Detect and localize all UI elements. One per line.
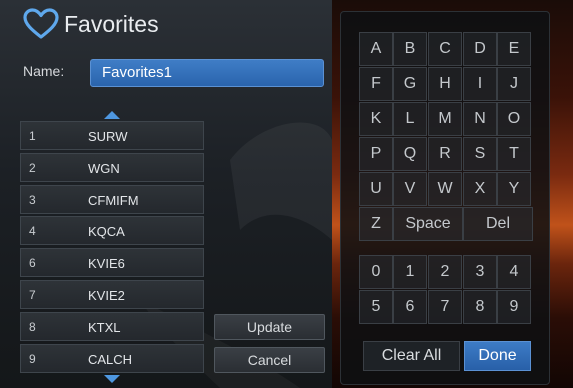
key-2[interactable]: 2 [428, 255, 462, 289]
channel-name: KTXL [88, 319, 121, 335]
channel-number: 4 [29, 224, 36, 239]
key-1[interactable]: 1 [393, 255, 427, 289]
channel-name: KQCA [88, 224, 125, 240]
channel-number: 1 [29, 129, 36, 143]
key-b[interactable]: B [393, 32, 427, 66]
key-j[interactable]: J [497, 67, 531, 101]
channel-name: KVIE6 [88, 256, 125, 272]
channel-name: SURW [88, 129, 128, 144]
channel-name: CFMIFM [88, 192, 139, 208]
key-8[interactable]: 8 [463, 290, 497, 324]
key-g[interactable]: G [393, 67, 427, 101]
key-r[interactable]: R [428, 137, 462, 171]
cancel-button[interactable]: Cancel [214, 347, 325, 373]
channel-number: 9 [29, 351, 36, 366]
name-input[interactable]: Favorites1 [90, 59, 324, 87]
channel-row[interactable]: 3 CFMIFM [20, 184, 204, 214]
key-3[interactable]: 3 [463, 255, 497, 289]
key-w[interactable]: W [428, 172, 462, 206]
favorites-panel: Favorites Name: Favorites1 1 SURW 2 WGN … [0, 0, 332, 388]
key-x[interactable]: X [463, 172, 497, 206]
key-i[interactable]: I [463, 67, 497, 101]
key-p[interactable]: P [359, 137, 393, 171]
update-button[interactable]: Update [214, 314, 325, 340]
channel-row[interactable]: 1 SURW [20, 121, 204, 150]
key-d[interactable]: D [463, 32, 497, 66]
key-n[interactable]: N [463, 102, 497, 136]
key-u[interactable]: U [359, 172, 393, 206]
key-h[interactable]: H [428, 67, 462, 101]
channel-row[interactable]: 7 KVIE2 [20, 279, 204, 309]
channel-number: 2 [29, 160, 36, 175]
name-label: Name: [23, 63, 65, 79]
channel-list: 1 SURW 2 WGN 3 CFMIFM 4 KQCA 6 KVIE6 7 K… [20, 121, 204, 375]
clear-all-button[interactable]: Clear All [363, 341, 460, 371]
key-l[interactable]: L [393, 102, 427, 136]
channel-name: KVIE2 [88, 287, 125, 303]
key-z[interactable]: Z [359, 207, 393, 241]
key-del[interactable]: Del [463, 207, 533, 241]
page-title: Favorites [22, 8, 159, 40]
channel-number: 6 [29, 256, 36, 271]
key-9[interactable]: 9 [497, 290, 531, 324]
key-o[interactable]: O [497, 102, 531, 136]
key-7[interactable]: 7 [428, 290, 462, 324]
key-e[interactable]: E [497, 32, 531, 66]
channel-number: 8 [29, 319, 36, 334]
channel-name: WGN [88, 160, 120, 176]
key-c[interactable]: C [428, 32, 462, 66]
channel-name: CALCH [88, 351, 133, 367]
scroll-up-icon[interactable] [104, 111, 120, 119]
key-t[interactable]: T [497, 137, 531, 171]
channel-row[interactable]: 6 KVIE6 [20, 248, 204, 278]
key-5[interactable]: 5 [359, 290, 393, 324]
key-v[interactable]: V [393, 172, 427, 206]
key-space[interactable]: Space [393, 207, 463, 241]
key-4[interactable]: 4 [497, 255, 531, 289]
key-f[interactable]: F [359, 67, 393, 101]
key-q[interactable]: Q [393, 137, 427, 171]
key-y[interactable]: Y [497, 172, 531, 206]
key-k[interactable]: K [359, 102, 393, 136]
scroll-down-icon[interactable] [104, 375, 120, 383]
channel-row[interactable]: 2 WGN [20, 152, 204, 182]
favorites-screen: Favorites Name: Favorites1 1 SURW 2 WGN … [0, 0, 573, 388]
channel-row[interactable]: 9 CALCH [20, 343, 204, 373]
key-6[interactable]: 6 [393, 290, 427, 324]
heart-outline-icon [23, 8, 59, 39]
channel-row[interactable]: 4 KQCA [20, 216, 204, 246]
channel-number: 3 [29, 192, 36, 207]
key-m[interactable]: M [428, 102, 462, 136]
key-a[interactable]: A [359, 32, 393, 66]
key-s[interactable]: S [463, 137, 497, 171]
channel-number: 7 [29, 287, 36, 302]
done-button[interactable]: Done [464, 341, 531, 371]
key-0[interactable]: 0 [359, 255, 393, 289]
channel-row[interactable]: 8 KTXL [20, 311, 204, 341]
page-title-text: Favorites [64, 10, 159, 37]
